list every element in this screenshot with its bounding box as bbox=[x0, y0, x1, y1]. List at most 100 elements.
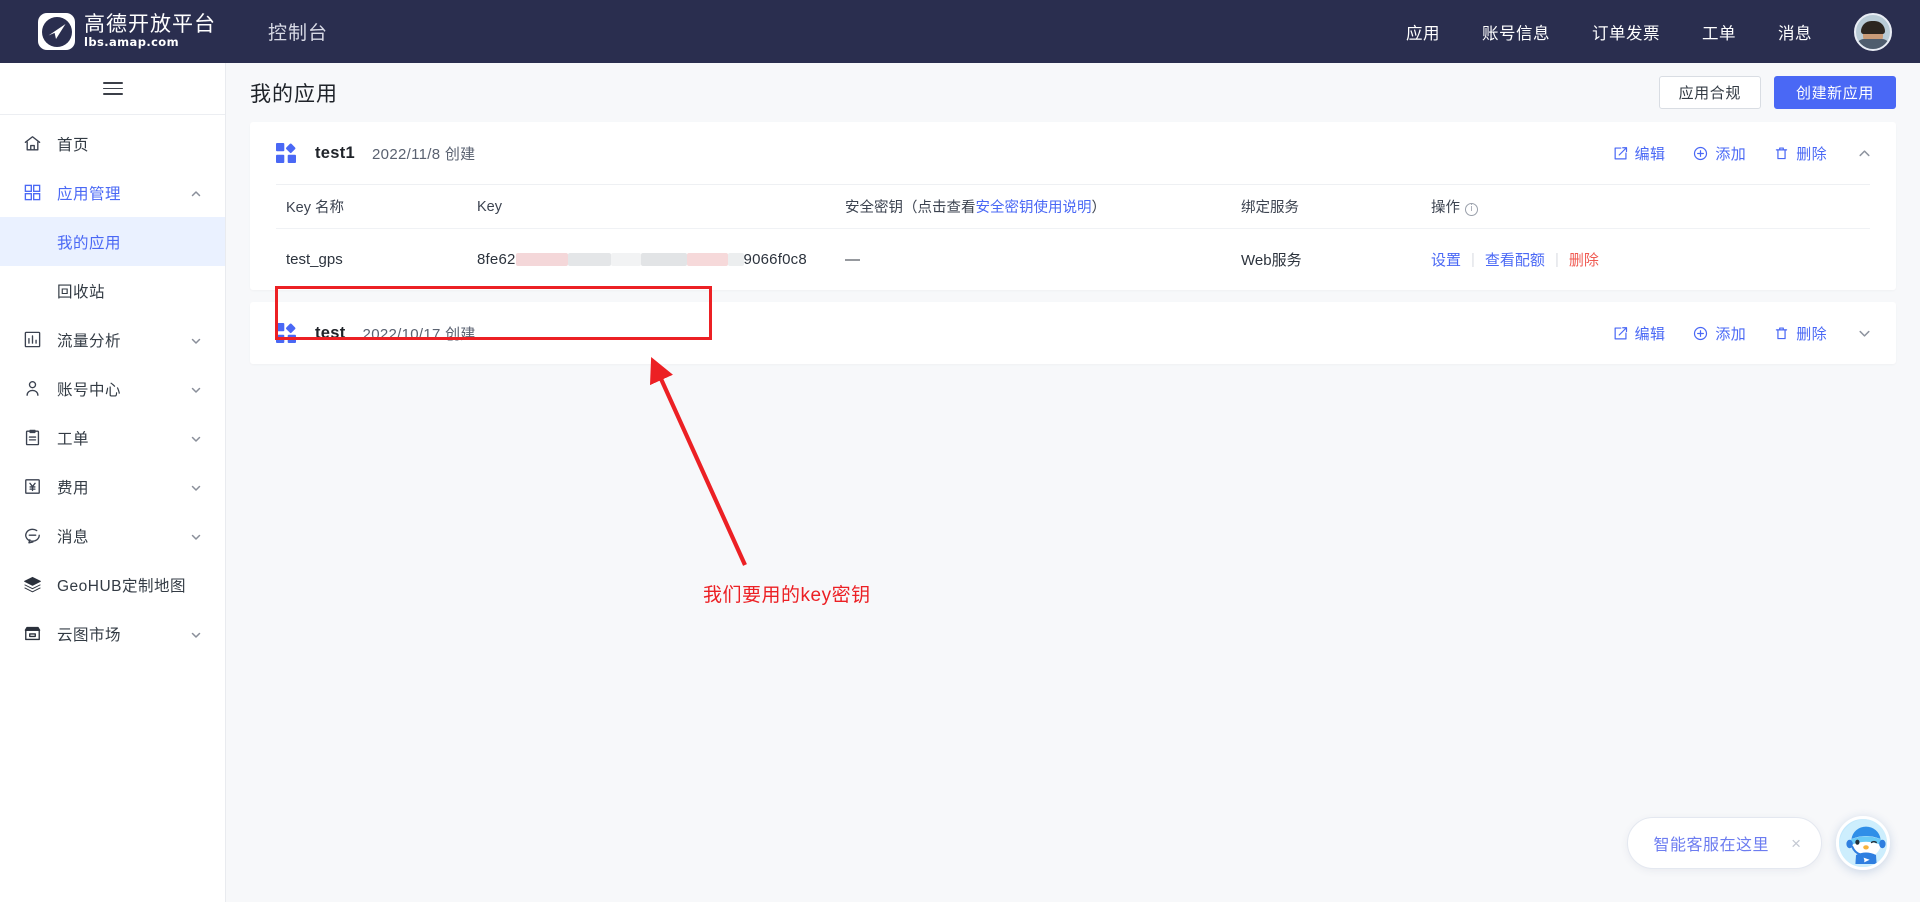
app-name: test1 bbox=[315, 143, 356, 162]
sidebar-item-label: 消息 bbox=[57, 528, 90, 546]
console-label[interactable]: 控制台 bbox=[268, 18, 328, 45]
chevron-down-icon bbox=[190, 628, 201, 639]
sidebar-item-label: 云图市场 bbox=[57, 626, 122, 644]
operation-label: 操作 bbox=[1431, 200, 1460, 216]
create-app-button[interactable]: 创建新应用 bbox=[1773, 76, 1896, 109]
sidebar-item-my-apps[interactable]: 我的应用 bbox=[0, 217, 225, 266]
customer-service-bubble[interactable]: 智能客服在这里 × bbox=[1626, 817, 1822, 869]
nav-item-messages[interactable]: 消息 bbox=[1778, 20, 1812, 44]
sidebar-item-label: 首页 bbox=[57, 136, 90, 154]
app-card-list: test1 2022/11/8 创建 编辑 添加 删除 Key 名称 Key 安… bbox=[226, 122, 1920, 364]
edit-icon bbox=[1614, 146, 1627, 159]
sidebar-item-fees[interactable]: 费用 bbox=[0, 462, 225, 511]
edit-app-label: 编辑 bbox=[1634, 145, 1666, 163]
row-view-quota-link[interactable]: 查看配额 bbox=[1485, 249, 1545, 270]
delete-app-button[interactable]: 删除 bbox=[1774, 323, 1827, 344]
sidebar-item-cloud-map-market[interactable]: 云图市场 bbox=[0, 609, 225, 658]
app-created-date: 2022/11/8 创建 bbox=[372, 145, 476, 163]
close-icon[interactable]: × bbox=[1791, 835, 1801, 852]
chevron-down-icon bbox=[190, 530, 201, 541]
edit-icon bbox=[1614, 326, 1627, 339]
key-redaction-block bbox=[640, 253, 687, 266]
home-icon bbox=[21, 133, 43, 155]
apps-grid-icon bbox=[21, 182, 43, 204]
sidebar-item-label: 流量分析 bbox=[57, 332, 122, 350]
nav-item-account-info[interactable]: 账号信息 bbox=[1482, 20, 1550, 44]
store-icon bbox=[21, 623, 43, 645]
sidebar-item-work-orders[interactable]: 工单 bbox=[0, 413, 225, 462]
cell-operations: 设置 | 查看配额 | 删除 bbox=[1431, 249, 1870, 270]
delete-app-button[interactable]: 删除 bbox=[1774, 143, 1827, 164]
main-content: 我的应用 应用合规 创建新应用 test1 2022/11/8 创建 编辑 添加… bbox=[226, 63, 1920, 902]
key-redaction-block bbox=[686, 253, 728, 266]
brand-logo-area[interactable]: 高德开放平台 lbs.amap.com bbox=[38, 13, 216, 50]
row-action-links: 设置 | 查看配额 | 删除 bbox=[1431, 249, 1870, 270]
key-suffix: 9066f0c8 bbox=[743, 251, 807, 268]
sidebar-item-traffic-analysis[interactable]: 流量分析 bbox=[0, 315, 225, 364]
info-icon[interactable]: i bbox=[1465, 203, 1478, 216]
top-nav-links: 应用 账号信息 订单发票 工单 消息 bbox=[1364, 12, 1892, 51]
edit-app-button[interactable]: 编辑 bbox=[1613, 143, 1666, 164]
row-settings-link[interactable]: 设置 bbox=[1431, 249, 1461, 270]
nav-item-apps[interactable]: 应用 bbox=[1406, 20, 1440, 44]
sidebar-item-home[interactable]: 首页 bbox=[0, 119, 225, 168]
user-avatar[interactable] bbox=[1854, 12, 1892, 51]
sidebar-item-messages[interactable]: 消息 bbox=[0, 511, 225, 560]
expand-card-toggle[interactable] bbox=[1857, 326, 1872, 341]
top-navigation-bar: 高德开放平台 lbs.amap.com 控制台 应用 账号信息 订单发票 工单 … bbox=[0, 0, 1920, 63]
chevron-up-icon bbox=[190, 187, 201, 198]
customer-service-widget: 智能客服在这里 × bbox=[1626, 816, 1890, 870]
add-key-button[interactable]: 添加 bbox=[1693, 323, 1746, 344]
app-card: test1 2022/11/8 创建 编辑 添加 删除 Key 名称 Key 安… bbox=[250, 122, 1896, 290]
key-redaction-block bbox=[727, 253, 744, 266]
row-delete-link[interactable]: 删除 bbox=[1569, 249, 1599, 270]
add-key-label: 添加 bbox=[1715, 325, 1747, 343]
nav-item-tickets[interactable]: 工单 bbox=[1702, 20, 1736, 44]
cell-security-key: — bbox=[845, 251, 860, 268]
security-key-doc-link[interactable]: 安全密钥使用说明 bbox=[976, 200, 1092, 216]
sidebar-item-account-center[interactable]: 账号中心 bbox=[0, 364, 225, 413]
app-card-actions: 编辑 添加 删除 bbox=[1585, 323, 1872, 344]
collapse-card-toggle[interactable] bbox=[1857, 146, 1872, 161]
app-card-actions: 编辑 添加 删除 bbox=[1585, 143, 1872, 164]
chevron-down-icon bbox=[190, 334, 201, 345]
chevron-down-icon bbox=[190, 432, 201, 443]
app-name: test bbox=[315, 323, 346, 342]
cell-key-value: 8fe62 9066f0c8 bbox=[477, 251, 845, 268]
app-compliance-button[interactable]: 应用合规 bbox=[1658, 76, 1761, 109]
chevron-down-icon bbox=[190, 383, 201, 394]
chevron-up-icon bbox=[1859, 149, 1870, 156]
sidebar-menu: 首页 应用管理 我的应用 回收站 流量分析 账号中心 工单 费用 消息 GeoH… bbox=[0, 115, 225, 658]
column-header-bind-service: 绑定服务 bbox=[1241, 200, 1299, 216]
page-header-actions: 应用合规 创建新应用 bbox=[1658, 76, 1896, 109]
column-header-operation: 操作 i bbox=[1431, 196, 1870, 217]
add-key-button[interactable]: 添加 bbox=[1693, 143, 1746, 164]
sidebar-item-label: 工单 bbox=[57, 430, 90, 448]
cell-key-name: test_gps bbox=[286, 251, 343, 268]
customer-service-avatar-icon[interactable] bbox=[1836, 816, 1890, 870]
app-card-header: test 2022/10/17 创建 编辑 添加 删除 bbox=[250, 302, 1896, 364]
column-header-key: Key bbox=[477, 198, 502, 215]
key-table-header: Key 名称 Key 安全密钥（点击查看安全密钥使用说明） 绑定服务 操作 i bbox=[276, 184, 1870, 228]
cell-bind-service: Web服务 bbox=[1241, 252, 1302, 269]
sidebar-item-geohub-custom-map[interactable]: GeoHUB定制地图 bbox=[0, 560, 225, 609]
page-header: 我的应用 应用合规 创建新应用 bbox=[226, 63, 1920, 122]
separator: | bbox=[1554, 251, 1559, 268]
brand-subtitle: lbs.amap.com bbox=[84, 35, 179, 50]
add-key-label: 添加 bbox=[1715, 145, 1747, 163]
delete-app-label: 删除 bbox=[1796, 145, 1827, 163]
sidebar-item-recycle-bin[interactable]: 回收站 bbox=[0, 266, 225, 315]
edit-app-button[interactable]: 编辑 bbox=[1613, 323, 1666, 344]
app-card: test 2022/10/17 创建 编辑 添加 删除 bbox=[250, 302, 1896, 364]
sidebar-item-label: GeoHUB定制地图 bbox=[57, 577, 187, 595]
sidebar-collapse-toggle[interactable] bbox=[0, 63, 225, 115]
sidebar-item-label: 应用管理 bbox=[57, 185, 122, 203]
chevron-down-icon bbox=[1859, 330, 1870, 337]
hamburger-icon bbox=[102, 78, 123, 99]
nav-item-orders-invoices[interactable]: 订单发票 bbox=[1592, 20, 1660, 44]
app-card-header: test1 2022/11/8 创建 编辑 添加 删除 bbox=[250, 122, 1896, 184]
brand-text: 高德开放平台 lbs.amap.com bbox=[84, 14, 216, 49]
sidebar-item-app-management[interactable]: 应用管理 bbox=[0, 168, 225, 217]
delete-app-label: 删除 bbox=[1796, 325, 1827, 343]
plus-circle-icon bbox=[1694, 146, 1708, 160]
